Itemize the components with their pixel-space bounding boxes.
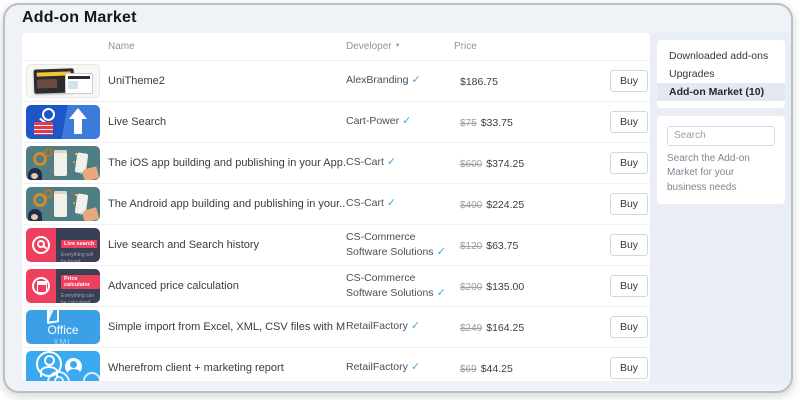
old-price: $400 (460, 200, 482, 211)
addon-name[interactable]: UniTheme2 (104, 75, 346, 87)
phone-icon (54, 191, 67, 217)
addon-name[interactable]: Simple import from Excel, XML, CSV files… (104, 321, 346, 333)
addon-developer: CS-Cart✓ (346, 155, 460, 170)
current-price: $186.75 (460, 76, 498, 88)
verified-check-icon: ✓ (411, 320, 420, 332)
header-developer[interactable]: Developer▼ (346, 41, 454, 52)
table-row[interactable]: Live Search Cart-Power✓ $75 $33.75 Buy (22, 102, 650, 143)
addon-name[interactable]: The Android app building and publishing … (104, 198, 346, 210)
addon-developer: RetailFactory✓ (346, 319, 460, 334)
addon-price: $120 $63.75 (460, 236, 610, 254)
table-body: UniTheme2 AlexBranding✓ $186.75 Buy Live… (22, 61, 650, 381)
app-window: Add-on Market Name Developer▼ Price UniT… (3, 3, 793, 393)
buy-button[interactable]: Buy (610, 234, 648, 256)
addon-thumbnail[interactable] (26, 351, 100, 381)
sidebar-item-upgrades[interactable]: Upgrades (657, 65, 785, 83)
arrow-up-icon (66, 108, 90, 136)
phone-icon (54, 150, 67, 176)
addon-thumbnail[interactable] (26, 187, 100, 221)
addon-name[interactable]: Live Search (104, 116, 346, 128)
current-price: $33.75 (481, 117, 513, 129)
header-name: Name (104, 41, 346, 52)
sidebar-item-market[interactable]: Add-on Market (10) (657, 83, 785, 101)
current-price: $135.00 (486, 281, 524, 293)
verified-check-icon: ✓ (411, 361, 420, 373)
person-icon (83, 372, 100, 381)
sidebar-item-downloaded[interactable]: Downloaded add-ons (657, 47, 785, 65)
addon-price: $400 $224.25 (460, 195, 610, 213)
addon-thumbnail[interactable]: Price calculatorEverything can be calcul… (26, 269, 100, 303)
addon-thumbnail[interactable] (26, 64, 100, 98)
addon-thumbnail[interactable] (26, 105, 100, 139)
sort-icon: ▼ (395, 43, 401, 49)
buy-button[interactable]: Buy (610, 70, 648, 92)
table-row[interactable]: The Android app building and publishing … (22, 184, 650, 225)
gear-icon (44, 189, 53, 198)
buy-button[interactable]: Buy (610, 193, 648, 215)
verified-check-icon: ✓ (437, 246, 446, 258)
addon-price: $69 $44.25 (460, 359, 610, 377)
search-panel: Search the Add-on Market for your busine… (657, 116, 785, 204)
addon-price: $200 $135.00 (460, 277, 610, 295)
magnifier-icon (42, 108, 55, 121)
addon-name[interactable]: Wherefrom client + marketing report (104, 362, 346, 374)
table-row[interactable]: Price calculatorEverything can be calcul… (22, 266, 650, 307)
addon-developer: CS-Commerce Software Solutions✓ (346, 230, 460, 260)
old-price: $75 (460, 118, 477, 129)
addon-price: $75 $33.75 (460, 113, 610, 131)
verified-check-icon: ✓ (411, 74, 420, 86)
buy-button[interactable]: Buy (610, 316, 648, 338)
header-developer-label: Developer (346, 41, 392, 52)
old-price: $120 (460, 241, 482, 252)
old-price: $600 (460, 159, 482, 170)
addon-developer: Cart-Power✓ (346, 114, 460, 129)
sidebar: Downloaded add-onsUpgradesAdd-on Market … (650, 33, 792, 384)
buy-button[interactable]: Buy (610, 275, 648, 297)
addon-name[interactable]: The iOS app building and publishing in y… (104, 157, 346, 169)
addon-name[interactable]: Live search and Search history (104, 239, 346, 251)
current-price: $63.75 (486, 240, 518, 252)
gear-icon (44, 148, 53, 157)
addon-table: Name Developer▼ Price UniTheme2 AlexBran… (22, 33, 650, 381)
verified-check-icon: ✓ (437, 287, 446, 299)
header-price: Price (454, 41, 604, 52)
buy-button[interactable]: Buy (610, 357, 648, 379)
person-icon (65, 358, 82, 375)
current-price: $164.25 (486, 322, 524, 334)
addon-developer: CS-Cart✓ (346, 196, 460, 211)
verified-check-icon: ✓ (387, 197, 396, 209)
search-hint: Search the Add-on Market for your busine… (667, 152, 775, 196)
addon-price: $249 $164.25 (460, 318, 610, 336)
old-price: $200 (460, 282, 482, 293)
current-price: $44.25 (481, 363, 513, 375)
table-header: Name Developer▼ Price (22, 33, 650, 61)
table-row[interactable]: Live searchEverything will be found Live… (22, 225, 650, 266)
addon-thumbnail[interactable]: Live searchEverything will be found (26, 228, 100, 262)
old-price: $69 (460, 364, 477, 375)
addon-developer: AlexBranding✓ (346, 73, 460, 88)
table-row[interactable]: UniTheme2 AlexBranding✓ $186.75 Buy (22, 61, 650, 102)
table-row[interactable]: The iOS app building and publishing in y… (22, 143, 650, 184)
addon-price: $186.75 (460, 72, 610, 90)
addon-thumbnail[interactable] (26, 146, 100, 180)
page-title: Add-on Market (22, 9, 137, 27)
sidebar-menu: Downloaded add-onsUpgradesAdd-on Market … (657, 40, 785, 108)
current-price: $374.25 (486, 158, 524, 170)
addon-developer: RetailFactory✓ (346, 360, 460, 375)
verified-check-icon: ✓ (402, 115, 411, 127)
search-input[interactable] (667, 126, 775, 146)
addon-name[interactable]: Advanced price calculation (104, 280, 346, 292)
addon-thumbnail[interactable]: OfficeXML (26, 310, 100, 344)
office-logo-icon (47, 310, 59, 323)
buy-button[interactable]: Buy (610, 152, 648, 174)
addon-developer: CS-Commerce Software Solutions✓ (346, 271, 460, 301)
buy-button[interactable]: Buy (610, 111, 648, 133)
verified-check-icon: ✓ (387, 156, 396, 168)
table-row[interactable]: OfficeXML Simple import from Excel, XML,… (22, 307, 650, 348)
old-price: $249 (460, 323, 482, 334)
addon-price: $600 $374.25 (460, 154, 610, 172)
table-row[interactable]: Wherefrom client + marketing report Reta… (22, 348, 650, 381)
current-price: $224.25 (486, 199, 524, 211)
